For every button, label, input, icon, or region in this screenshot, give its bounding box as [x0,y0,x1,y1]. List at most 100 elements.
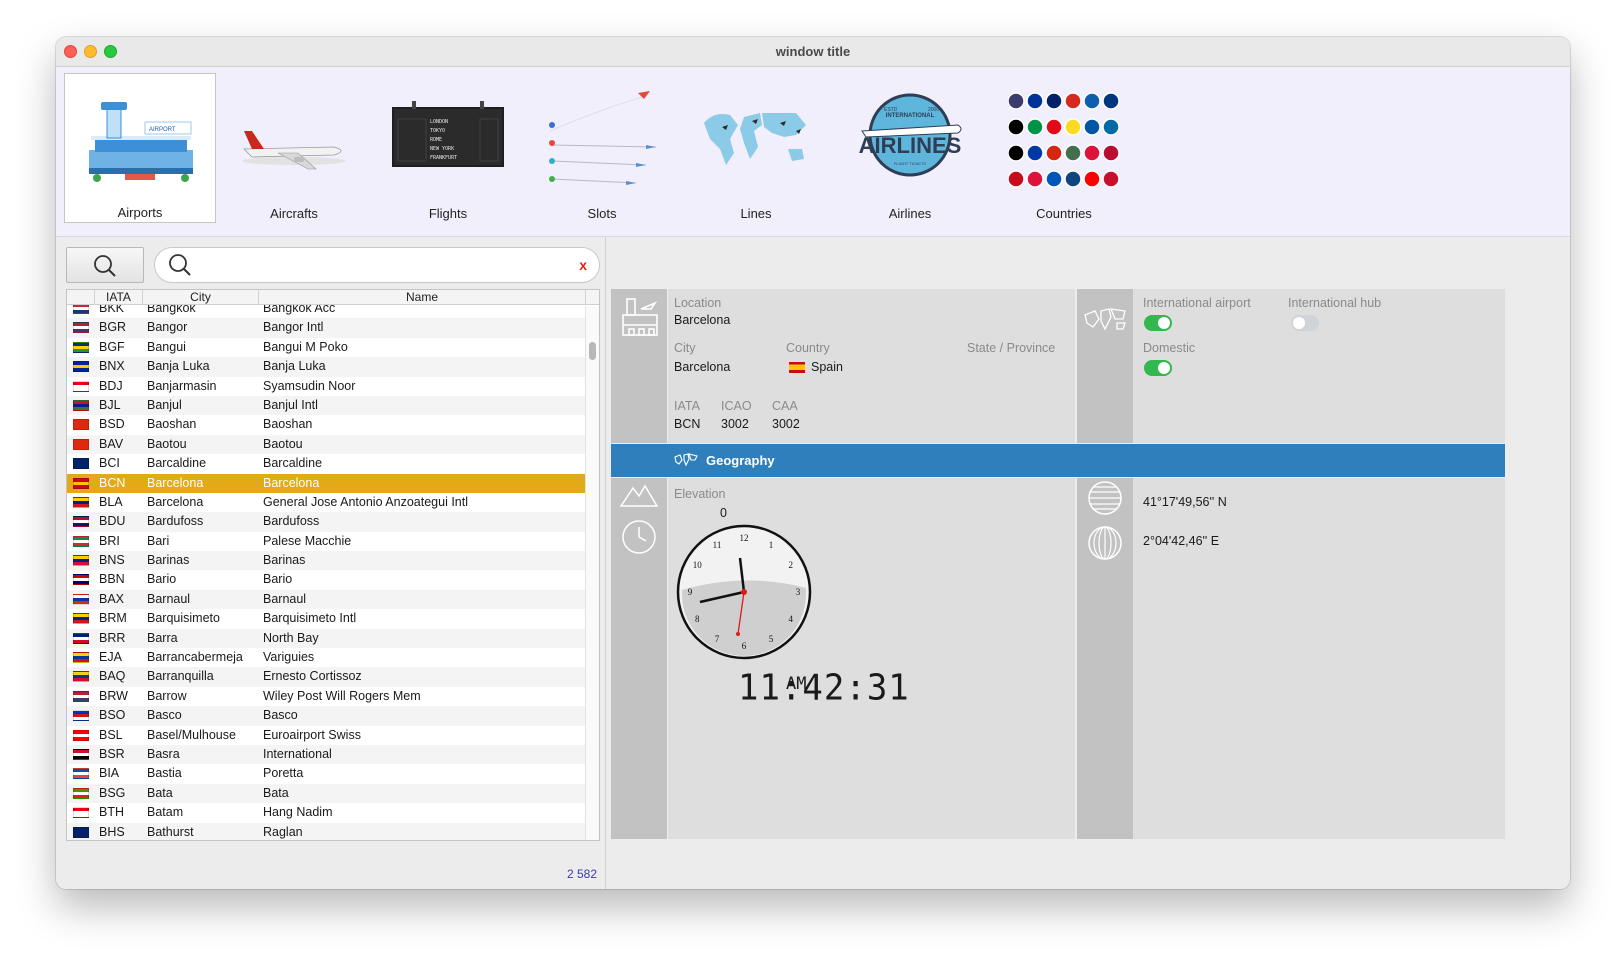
column-header-name[interactable]: Name [259,290,586,305]
table-row[interactable]: BLA Barcelona General Jose Antonio Anzoate… [67,493,586,512]
name-cell: Baotou [263,436,303,451]
country-flag-icon [73,787,89,799]
toolbar-countries-label: Countries [1036,206,1092,221]
record-count: 2 582 [566,867,597,881]
city-cell: Baoshan [147,417,197,432]
name-cell: Variguies [263,650,315,665]
city-cell: Barcelona [147,494,204,509]
table-row[interactable]: BSD Baoshan Baoshan [67,415,586,434]
table-row[interactable]: BSO Basco Basco [67,706,586,726]
country-flag-icon [73,516,89,528]
coordinates-icon-column [1077,478,1133,839]
iata-cell: BSD [99,417,125,432]
city-cell: Baotou [147,436,187,451]
international-hub-toggle[interactable] [1291,315,1319,331]
flag-ball-icon [1026,144,1044,162]
airport-table-header: IATA City Name [67,290,599,305]
table-row[interactable]: BRM Barquisimeto Barquisimeto Intl [67,609,586,628]
column-header-city[interactable]: City [143,290,259,305]
spain-flag-icon [789,362,805,373]
name-cell: International [263,746,332,761]
caa-value: 3002 [772,417,800,431]
city-cell: Basel/Mulhouse [147,727,236,742]
airport-detail-pane: Location Barcelona City Barcelona Countr… [607,237,1570,889]
table-row[interactable]: BRR Barra North Bay [67,628,586,649]
country-flag-icon [73,807,89,819]
toolbar-lines-button[interactable]: Lines [680,73,832,223]
table-row[interactable]: BAV Baotou Baotou [67,434,586,455]
location-label: Location [674,296,722,310]
table-row[interactable]: BTH Batam Hang Nadim [67,803,586,822]
table-row-selected[interactable]: BCN Barcelona Barcelona [67,473,586,493]
iata-cell: BJL [99,397,121,412]
toolbar-flights-button[interactable]: LONDON TOKYO ROME NEW YORK FRANKFURT Fli… [372,73,524,223]
search-icon [94,255,116,277]
airlines-badge-left: ESTD [884,107,898,113]
table-row[interactable]: BNS Barinas Barinas [67,551,586,571]
iata-cell: BAV [99,436,124,451]
iata-cell: BRM [99,611,127,626]
table-row[interactable]: BGR Bangor Bangor Intl [67,318,586,338]
country-flag-icon [73,632,89,644]
flag-ball-icon [1102,170,1120,188]
country-flag-icon [73,826,89,838]
table-row[interactable]: BHS Bathurst Raglan [67,822,586,840]
coordinates-panel: 41°17'49,56'' N 2°04'42,46'' E [1133,478,1505,839]
iata-cell: BLA [99,494,123,509]
table-row[interactable]: BIA Bastia Poretta [67,764,586,783]
table-row[interactable]: BRI Bari Palese Macchie [67,532,586,551]
table-row[interactable]: BDJ Banjarmasin Syamsudin Noor [67,377,586,396]
city-cell: Bata [147,785,173,800]
toolbar-slots-button[interactable]: Slots [526,73,678,223]
flag-ball-icon [1008,170,1025,188]
toolbar-airlines-button[interactable]: INTERNATIONAL AIRLINES ESTD 2000 FLIGHT … [834,73,986,223]
table-row[interactable]: BSR Basra International [67,744,586,765]
table-row[interactable]: BDU Bardufoss Bardufoss [67,512,586,532]
iata-cell: BTH [99,805,124,820]
toolbar-aircrafts-button[interactable]: Aircrafts [218,73,370,223]
toolbar-airports-label: Airports [117,205,163,220]
flag-ball-icon [1083,144,1101,162]
table-row[interactable]: BAX Barnaul Barnaul [67,589,586,610]
domestic-label: Domestic [1143,341,1196,355]
table-row[interactable]: BBN Bario Bario [67,570,586,589]
clear-search-button[interactable]: x [579,257,587,273]
search-field[interactable]: x [154,247,600,283]
table-row[interactable]: BJL Banjul Banjul Intl [67,395,586,416]
table-row[interactable]: BRW Barrow Wiley Post Will Rogers Mem [67,687,586,706]
name-cell: Bardufoss [263,514,320,529]
country-flag-icon [73,710,89,722]
location-icon-column [611,289,667,443]
table-row[interactable]: BNX Banja Luka Banja Luka [67,357,586,377]
table-row[interactable]: BAQ Barranquilla Ernesto Cortissoz [67,667,586,687]
name-cell: Wiley Post Will Rogers Mem [263,688,421,703]
flags-icon-column [1077,289,1133,443]
city-label: City [674,341,696,355]
city-cell: Barquisimeto [147,611,220,626]
table-row[interactable]: BGF Bangui Bangui M Poko [67,338,586,357]
international-airport-label: International airport [1143,296,1251,310]
geography-section-header[interactable]: Geography [611,444,1505,477]
table-row[interactable]: BSL Basel/Mulhouse Euroairport Swiss [67,726,586,745]
column-header-iata[interactable]: IATA [95,290,143,305]
toolbar-airports-button[interactable]: AIRPORT Airports [64,73,216,223]
flag-ball-icon [1045,144,1063,162]
iata-cell: BCN [99,475,126,490]
international-airport-toggle[interactable] [1144,315,1172,331]
search-button[interactable] [66,247,144,283]
toolbar-countries-button[interactable]: Countries [988,73,1140,223]
table-row[interactable]: BSG Bata Bata [67,783,586,804]
domestic-toggle[interactable] [1144,360,1172,376]
table-scrollbar[interactable] [585,306,599,840]
city-cell: Basco [147,708,182,723]
scrollbar-thumb[interactable] [589,342,596,360]
toolbar-airlines-label: Airlines [888,206,932,221]
country-flag-icon [73,477,89,489]
table-row[interactable]: BCI Barcaldine Barcaldine [67,454,586,473]
table-row[interactable]: EJA Barrancabermeja Variguies [67,648,586,667]
flag-ball-icon [1045,118,1063,136]
name-cell: Bangor Intl [263,320,324,335]
caa-label: CAA [772,399,798,413]
name-cell: Barinas [263,553,306,568]
search-input[interactable] [197,254,557,276]
